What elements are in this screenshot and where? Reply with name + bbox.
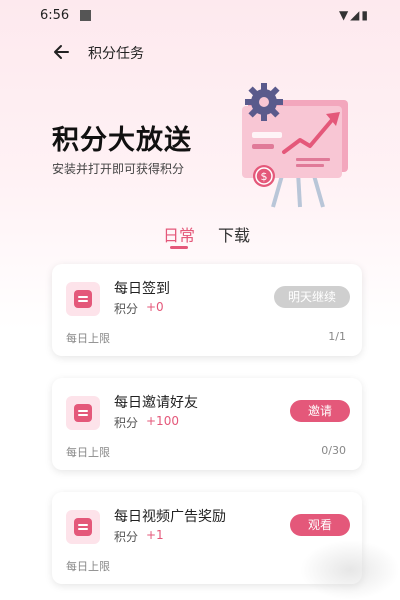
status-time: 6:56 xyxy=(40,8,70,23)
arrow-left-icon[interactable] xyxy=(48,38,76,66)
tab-download[interactable]: 下载 xyxy=(218,222,250,246)
daily-limit-value: 0/30 xyxy=(321,444,346,457)
invite-button[interactable]: 邀请 xyxy=(290,400,350,422)
header: 积分任务 xyxy=(0,34,400,70)
daily-limit-label: 每日上限 xyxy=(66,446,110,459)
task-title: 每日视频广告奖励 xyxy=(114,509,226,525)
points-label: 积分 xyxy=(114,302,139,316)
task-document-icon xyxy=(66,282,100,316)
signal-battery-icon: ▼◢▮ xyxy=(338,8,370,22)
points-label: 积分 xyxy=(114,416,139,430)
daily-limit-label: 每日上限 xyxy=(66,560,110,573)
watch-button[interactable]: 观看 xyxy=(290,514,350,536)
active-tab-indicator xyxy=(170,246,188,249)
notification-icon xyxy=(80,10,91,21)
tab-daily[interactable]: 日常 xyxy=(163,222,195,246)
points-value: +0 xyxy=(146,300,164,314)
banner-subtitle: 安装并打开即可获得积分 xyxy=(52,162,185,176)
daily-limit-label: 每日上限 xyxy=(66,332,110,345)
task-document-icon xyxy=(66,396,100,430)
points-value: +100 xyxy=(146,414,179,428)
status-bar: 6:56 ▼◢▮ xyxy=(0,0,400,32)
task-document-icon xyxy=(66,510,100,544)
task-card-daily-checkin: 每日签到 积分 +0 明天继续 每日上限 1/1 xyxy=(52,264,362,356)
task-card-invite-friends: 每日邀请好友 积分 +100 邀请 每日上限 0/30 xyxy=(52,378,362,470)
points-value: +1 xyxy=(146,528,164,542)
tab-bar: 日常 下载 xyxy=(0,222,400,252)
chart-board-icon: $ xyxy=(228,82,358,212)
page-title: 积分任务 xyxy=(88,46,144,62)
daily-limit-value: 1/1 xyxy=(328,330,346,343)
svg-text:$: $ xyxy=(261,170,268,183)
blur-overlay xyxy=(300,540,400,600)
continue-tomorrow-button[interactable]: 明天继续 xyxy=(274,286,350,308)
banner-title: 积分大放送 xyxy=(52,125,192,156)
task-title: 每日签到 xyxy=(114,281,170,297)
task-title: 每日邀请好友 xyxy=(114,395,198,411)
points-label: 积分 xyxy=(114,530,139,544)
